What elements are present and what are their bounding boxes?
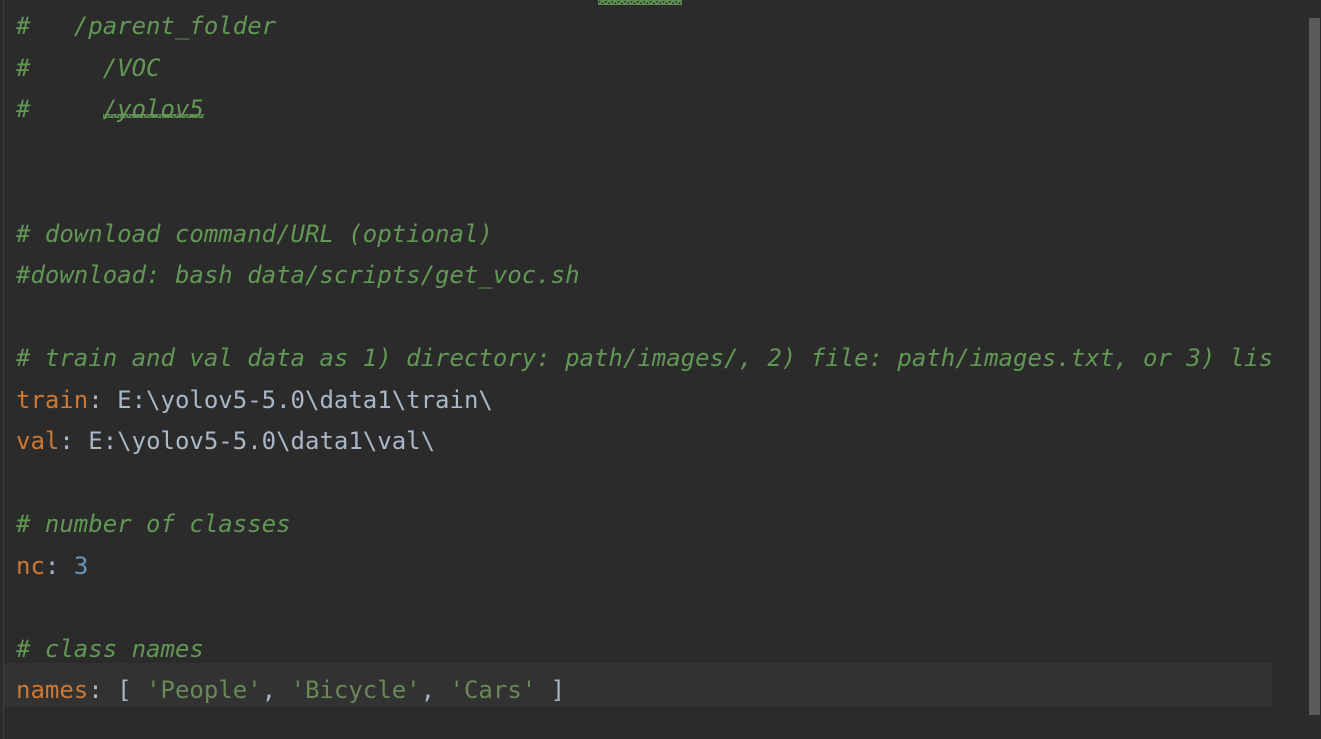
spellcheck-squiggle-icon <box>598 0 682 5</box>
line-nc[interactable]: nc: 3 <box>16 546 88 588</box>
gutter-border <box>3 0 4 739</box>
comment-text: #download: bash data/scripts/get_voc.sh <box>16 261 580 289</box>
yaml-value: E:\yolov5-5.0\data1\val\ <box>88 427 436 455</box>
yaml-colon: : <box>59 427 89 455</box>
vertical-scrollbar-track[interactable] <box>1307 0 1321 739</box>
line-blank-2[interactable] <box>16 172 30 214</box>
line-names-comment[interactable]: # class names <box>16 629 204 671</box>
editor-text-area[interactable]: # /parent_folder # /VOC # /yolov5 # downlo… <box>0 0 1272 739</box>
comment-text: # class names <box>16 634 204 663</box>
line-names[interactable]: names: [ 'People', 'Bicycle', 'Cars' ] <box>16 670 565 712</box>
line-parent-folder[interactable]: # /parent_folder <box>16 6 276 48</box>
line-blank-5[interactable] <box>16 587 30 629</box>
yaml-key: train <box>16 385 89 414</box>
yaml-key: nc <box>16 551 45 580</box>
yaml-colon: : <box>88 676 118 704</box>
code-editor[interactable]: # /parent_folder # /VOC # /yolov5 # downlo… <box>0 0 1321 739</box>
yaml-key: names <box>16 676 89 704</box>
yaml-key: val <box>16 427 60 455</box>
line-download-disabled[interactable]: #download: bash data/scripts/get_voc.sh <box>16 255 580 297</box>
comment-text: # <box>16 95 103 123</box>
vertical-scrollbar-thumb[interactable] <box>1309 18 1320 715</box>
list-separator: , <box>420 676 450 704</box>
list-item: 'Bicycle' <box>290 676 421 704</box>
comment-text: # download command/URL (optional) <box>16 219 493 248</box>
list-separator: , <box>261 676 291 704</box>
line-traindata-comment[interactable]: # train and val data as 1) directory: pa… <box>16 338 1272 380</box>
comment-text: # /VOC <box>16 53 161 82</box>
line-train[interactable]: train: E:\yolov5-5.0\data1\train\ <box>16 380 493 422</box>
clipped-comment-line-top <box>598 0 682 5</box>
list-open-bracket: [ <box>117 676 147 704</box>
line-voc[interactable]: # /VOC <box>16 48 161 90</box>
line-blank-4[interactable] <box>16 463 30 505</box>
comment-text: # train and val data as 1) directory: pa… <box>16 344 1272 372</box>
spellchecked-word: /yolov5 <box>102 95 204 123</box>
list-item: 'People' <box>146 676 262 704</box>
comment-text: # number of classes <box>16 510 291 538</box>
yaml-value: E:\yolov5-5.0\data1\train\ <box>117 385 493 414</box>
list-close-bracket: ] <box>536 676 566 704</box>
yaml-colon: : <box>88 385 118 414</box>
line-nc-comment[interactable]: # number of classes <box>16 504 291 546</box>
yaml-number-value: 3 <box>73 551 89 580</box>
list-item: 'Cars' <box>449 676 537 704</box>
yaml-colon: : <box>44 551 74 580</box>
line-blank-1[interactable] <box>16 131 30 173</box>
line-blank-3[interactable] <box>16 297 30 339</box>
line-download-comment[interactable]: # download command/URL (optional) <box>16 214 493 256</box>
line-yolov5[interactable]: # /yolov5 <box>16 89 204 131</box>
comment-text: # /parent_folder <box>16 12 277 40</box>
line-val[interactable]: val: E:\yolov5-5.0\data1\val\ <box>16 421 435 463</box>
